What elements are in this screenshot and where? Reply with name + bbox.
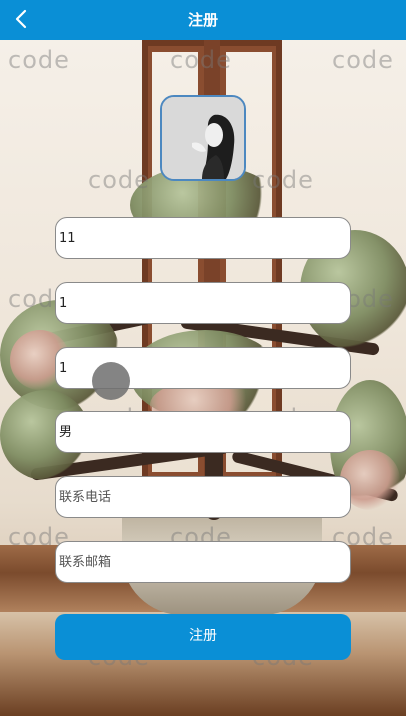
touch-indicator bbox=[92, 362, 130, 400]
app-header: 注册 bbox=[0, 0, 406, 40]
register-screen: code code code code code code code code … bbox=[0, 0, 406, 716]
email-field[interactable]: 联系邮箱 bbox=[55, 541, 351, 583]
username-field[interactable]: 11 bbox=[55, 217, 351, 259]
page-title: 注册 bbox=[187, 11, 218, 29]
avatar[interactable] bbox=[160, 95, 246, 181]
password-field[interactable]: 1 bbox=[55, 282, 351, 324]
register-button[interactable]: 注册 bbox=[55, 614, 351, 660]
avatar-photo bbox=[162, 97, 244, 179]
gender-field[interactable]: 男 bbox=[55, 411, 351, 453]
phone-field[interactable]: 联系电话 bbox=[55, 476, 351, 518]
